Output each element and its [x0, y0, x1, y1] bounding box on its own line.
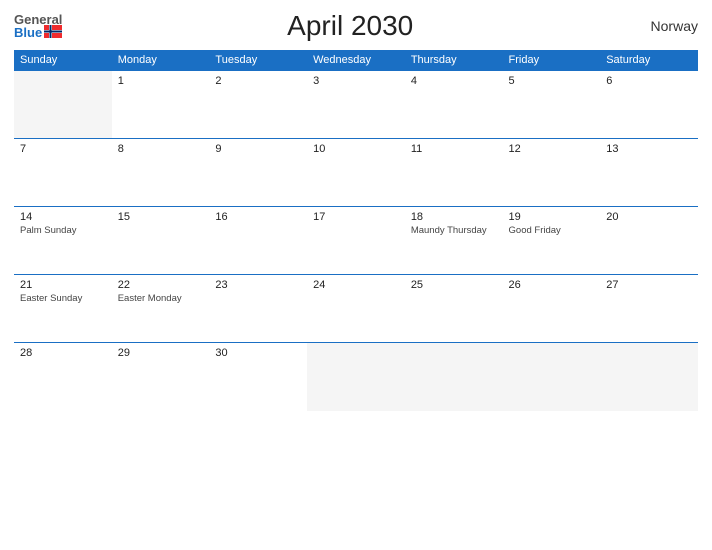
calendar-cell: 28 — [14, 343, 112, 411]
calendar-cell: 19 Good Friday — [503, 207, 601, 275]
calendar-cell: 6 — [600, 71, 698, 139]
day-event: Palm Sunday — [20, 225, 106, 237]
day-number: 20 — [606, 211, 692, 223]
calendar-cell: 16 — [209, 207, 307, 275]
calendar-cell: 25 — [405, 275, 503, 343]
day-number: 4 — [411, 75, 497, 87]
day-number: 18 — [411, 211, 497, 223]
day-number: 14 — [20, 211, 106, 223]
calendar-cell: 7 — [14, 139, 112, 207]
calendar-cell: 14 Palm Sunday — [14, 207, 112, 275]
calendar-cell: 5 — [503, 71, 601, 139]
day-number: 2 — [215, 75, 301, 87]
calendar-cell: 20 — [600, 207, 698, 275]
calendar-week-row: 789 10 11 12 13 — [14, 139, 698, 207]
calendar-cell: 22 Easter Monday — [112, 275, 210, 343]
calendar-cell — [405, 343, 503, 411]
calendar-cell: 3 — [307, 71, 405, 139]
calendar-cell: 30 — [209, 343, 307, 411]
calendar-cell: 10 — [307, 139, 405, 207]
day-event: Good Friday — [509, 225, 595, 237]
country-label: Norway — [638, 18, 698, 34]
calendar-title: April 2030 — [62, 10, 638, 42]
calendar-cell: 15 — [112, 207, 210, 275]
calendar-week-row: 28 29 30 — [14, 343, 698, 411]
day-number: 6 — [606, 75, 692, 87]
col-wednesday: Wednesday — [307, 50, 405, 71]
header: General Blue April 2030 Norway — [14, 10, 698, 42]
calendar-cell: 4 — [405, 71, 503, 139]
calendar-cell: 24 — [307, 275, 405, 343]
logo-flag-icon — [44, 25, 62, 38]
calendar-cell: 29 — [112, 343, 210, 411]
col-tuesday: Tuesday — [209, 50, 307, 71]
day-event: Easter Sunday — [20, 293, 106, 305]
day-number: 17 — [313, 211, 399, 223]
day-number: 11 — [411, 143, 497, 155]
day-number: 16 — [215, 211, 301, 223]
calendar-cell — [307, 343, 405, 411]
page: General Blue April 2030 Norway Sunday Mo… — [0, 0, 712, 550]
calendar-cell: 2 — [209, 71, 307, 139]
calendar-cell: 17 — [307, 207, 405, 275]
day-number: 26 — [509, 279, 595, 291]
day-number: 23 — [215, 279, 301, 291]
calendar-cell — [600, 343, 698, 411]
day-number: 25 — [411, 279, 497, 291]
calendar-cell — [14, 71, 112, 139]
calendar-cell: 13 — [600, 139, 698, 207]
calendar-cell: 23 — [209, 275, 307, 343]
calendar-cell: 12 — [503, 139, 601, 207]
calendar-week-row: 14 Palm Sunday 15 16 17 18 Maundy Thursday 19 Go… — [14, 207, 698, 275]
day-number: 3 — [313, 75, 399, 87]
day-number: 28 — [20, 347, 106, 359]
day-number: 9 — [215, 143, 301, 155]
calendar-cell: 9 — [209, 139, 307, 207]
day-number: 19 — [509, 211, 595, 223]
day-number: 8 — [118, 143, 204, 155]
day-number: 1 — [118, 75, 204, 87]
weekday-header-row: Sunday Monday Tuesday Wednesday Thursday… — [14, 50, 698, 71]
day-number: 27 — [606, 279, 692, 291]
calendar-cell: 21 Easter Sunday — [14, 275, 112, 343]
calendar-table: Sunday Monday Tuesday Wednesday Thursday… — [14, 50, 698, 411]
day-number: 5 — [509, 75, 595, 87]
calendar-cell: 27 — [600, 275, 698, 343]
calendar-cell: 18 Maundy Thursday — [405, 207, 503, 275]
col-saturday: Saturday — [600, 50, 698, 71]
calendar-week-row: 21 Easter Sunday 22 Easter Monday 23 24 25 26 27 — [14, 275, 698, 343]
calendar-cell: 8 — [112, 139, 210, 207]
day-number: 30 — [215, 347, 301, 359]
calendar-cell: 26 — [503, 275, 601, 343]
calendar-cell: 1 — [112, 71, 210, 139]
day-number: 10 — [313, 143, 399, 155]
day-event: Easter Monday — [118, 293, 204, 305]
day-number: 24 — [313, 279, 399, 291]
logo-blue-text: Blue — [14, 26, 42, 39]
calendar-cell: 11 — [405, 139, 503, 207]
day-number: 12 — [509, 143, 595, 155]
day-number: 29 — [118, 347, 204, 359]
col-thursday: Thursday — [405, 50, 503, 71]
col-sunday: Sunday — [14, 50, 112, 71]
day-number: 7 — [20, 143, 106, 155]
day-number: 22 — [118, 279, 204, 291]
col-monday: Monday — [112, 50, 210, 71]
day-number: 21 — [20, 279, 106, 291]
calendar-week-row: 123456 — [14, 71, 698, 139]
logo: General Blue — [14, 13, 62, 39]
day-event: Maundy Thursday — [411, 225, 497, 237]
calendar-cell — [503, 343, 601, 411]
day-number: 15 — [118, 211, 204, 223]
col-friday: Friday — [503, 50, 601, 71]
day-number: 13 — [606, 143, 692, 155]
